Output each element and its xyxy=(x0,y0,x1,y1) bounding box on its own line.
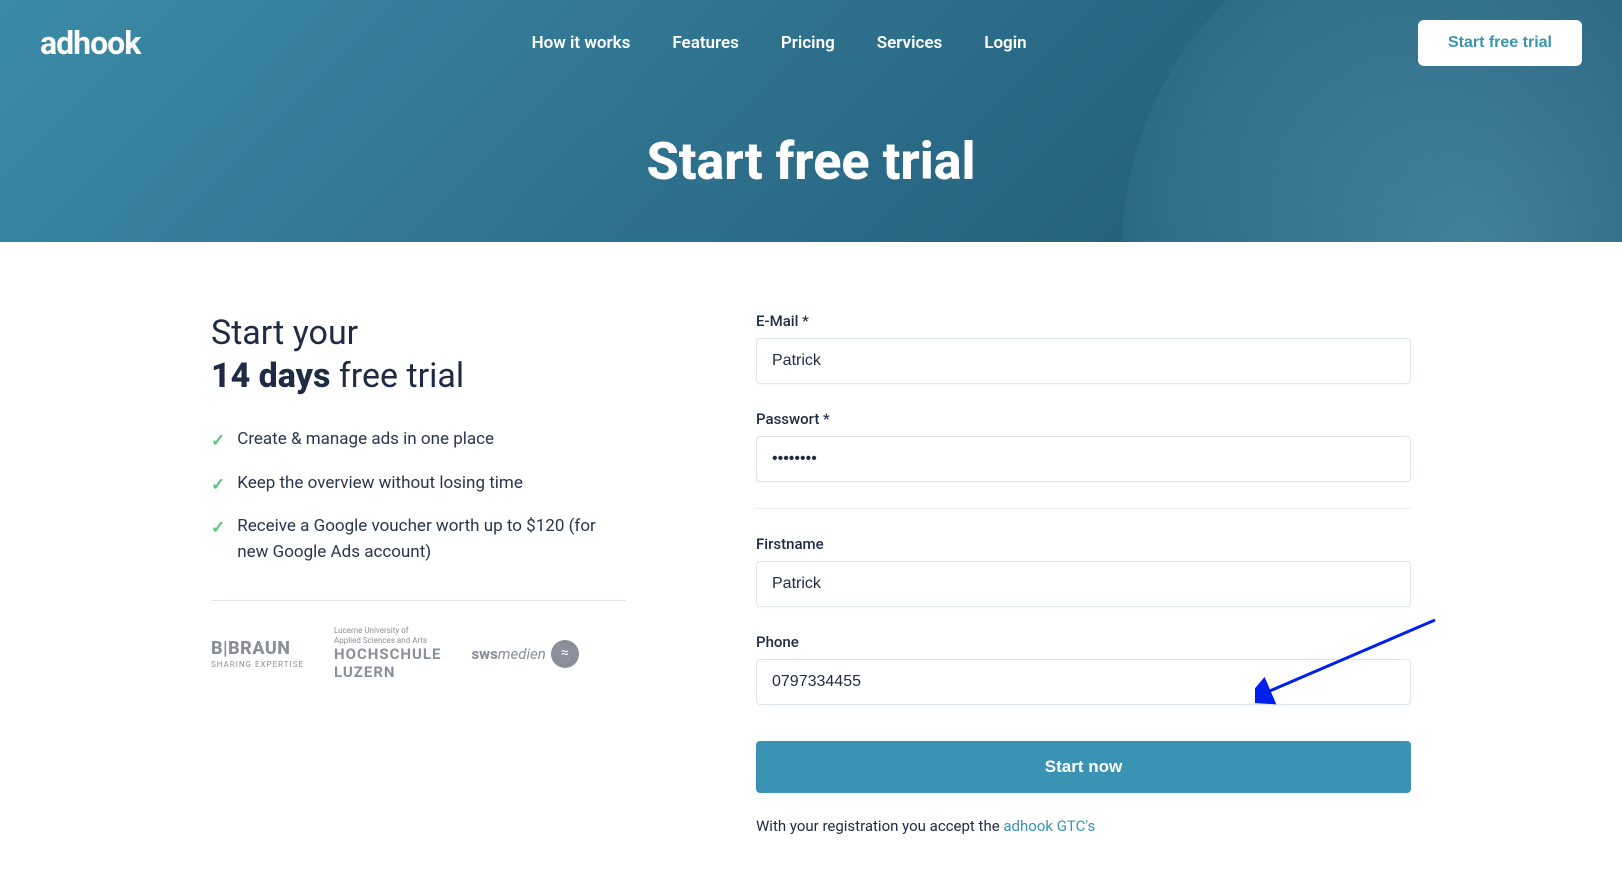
sws-icon: ≈ xyxy=(551,640,579,668)
nav-pricing[interactable]: Pricing xyxy=(781,33,835,53)
signup-form: E-Mail * Passwort * Firstname Phone Star… xyxy=(756,312,1411,835)
top-nav: adhook How it works Features Pricing Ser… xyxy=(0,0,1622,86)
info-column: Start your 14 days free trial ✓ Create &… xyxy=(211,312,626,835)
check-icon: ✓ xyxy=(211,473,225,499)
divider xyxy=(211,600,626,601)
trial-heading-line1: Start your xyxy=(211,313,358,353)
consent-prefix: With your registration you accept the xyxy=(756,817,1003,835)
partner-braun-sub: SHARING EXPERTISE xyxy=(211,660,304,670)
firstname-group: Firstname xyxy=(756,535,1411,607)
main-content: Start your 14 days free trial ✓ Create &… xyxy=(171,242,1451,875)
benefit-text: Keep the overview without losing time xyxy=(237,471,523,497)
benefit-item: ✓ Receive a Google voucher worth up to $… xyxy=(211,514,626,565)
benefit-text: Create & manage ads in one place xyxy=(237,427,494,453)
check-icon: ✓ xyxy=(211,516,225,542)
check-icon: ✓ xyxy=(211,429,225,455)
nav-services[interactable]: Services xyxy=(877,33,942,53)
partner-hslu-line1: HOCHSCHULE xyxy=(334,645,441,663)
email-group: E-Mail * xyxy=(756,312,1411,384)
phone-group: Phone xyxy=(756,633,1411,705)
password-label: Passwort * xyxy=(756,410,1411,428)
start-free-trial-button[interactable]: Start free trial xyxy=(1418,20,1582,66)
partner-hslu: Lucerne University of Applied Sciences a… xyxy=(334,626,441,681)
brand-logo-text: adhook xyxy=(40,24,140,62)
gtc-link[interactable]: adhook GTC's xyxy=(1003,817,1095,835)
benefit-text: Receive a Google voucher worth up to $12… xyxy=(237,514,626,565)
phone-field[interactable] xyxy=(756,659,1411,705)
hero-section: adhook How it works Features Pricing Ser… xyxy=(0,0,1622,242)
partner-braun: B|BRAUN SHARING EXPERTISE xyxy=(211,638,304,669)
nav-features[interactable]: Features xyxy=(672,33,739,53)
partner-hslu-line2: LUZERN xyxy=(334,663,441,681)
trial-heading: Start your 14 days free trial xyxy=(211,312,626,397)
partner-logos: B|BRAUN SHARING EXPERTISE Lucerne Univer… xyxy=(211,626,626,681)
partner-hslu-top: Lucerne University of Applied Sciences a… xyxy=(334,626,441,645)
firstname-label: Firstname xyxy=(756,535,1411,553)
nav-login[interactable]: Login xyxy=(984,33,1026,53)
email-field[interactable] xyxy=(756,338,1411,384)
trial-heading-bold: 14 days xyxy=(211,356,331,396)
benefit-item: ✓ Keep the overview without losing time xyxy=(211,471,626,499)
partner-sws-text: swsmedien xyxy=(471,645,545,663)
partner-braun-main: B|BRAUN xyxy=(211,638,304,660)
consent-text: With your registration you accept the ad… xyxy=(756,817,1411,835)
page-title: Start free trial xyxy=(0,131,1622,192)
benefit-item: ✓ Create & manage ads in one place xyxy=(211,427,626,455)
nav-links: How it works Features Pricing Services L… xyxy=(532,33,1027,53)
password-group: Passwort * xyxy=(756,410,1411,482)
password-field[interactable] xyxy=(756,436,1411,482)
brand-logo[interactable]: adhook xyxy=(40,24,140,62)
partner-sws: swsmedien ≈ xyxy=(471,640,578,668)
form-divider xyxy=(756,508,1411,509)
email-label: E-Mail * xyxy=(756,312,1411,330)
nav-how-it-works[interactable]: How it works xyxy=(532,33,631,53)
phone-label: Phone xyxy=(756,633,1411,651)
trial-heading-rest: free trial xyxy=(331,356,465,396)
firstname-field[interactable] xyxy=(756,561,1411,607)
benefits-list: ✓ Create & manage ads in one place ✓ Kee… xyxy=(211,427,626,565)
start-now-button[interactable]: Start now xyxy=(756,741,1411,793)
